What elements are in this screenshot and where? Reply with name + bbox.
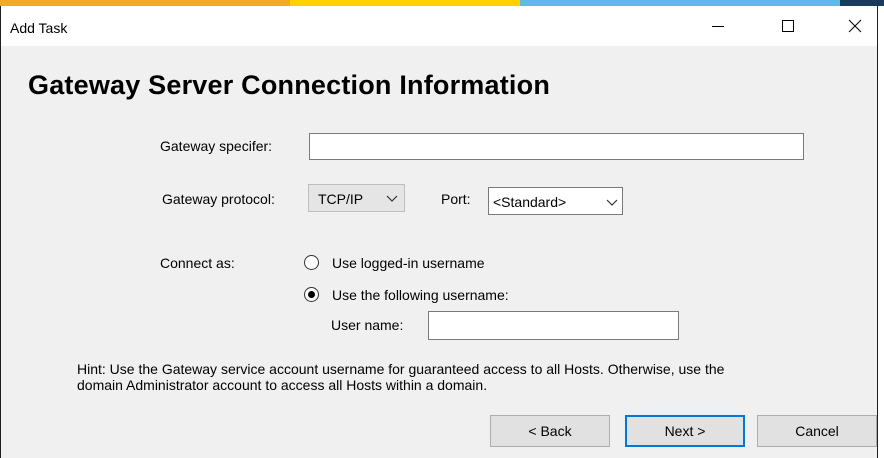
port-label: Port: [441, 191, 471, 207]
radio-following-username[interactable] [304, 287, 319, 302]
maximize-icon [782, 20, 794, 32]
radio-logged-in-label[interactable]: Use logged-in username [332, 255, 485, 271]
chevron-down-icon [606, 199, 618, 206]
gateway-specifier-label: Gateway specifer: [160, 138, 273, 154]
radio-selected-dot [308, 291, 315, 298]
minimize-icon [712, 26, 724, 27]
gateway-protocol-select[interactable]: TCP/IP [308, 184, 405, 212]
back-button[interactable]: < Back [490, 415, 610, 447]
gateway-protocol-value: TCP/IP [318, 191, 364, 207]
back-button-label: < Back [528, 423, 572, 439]
chevron-down-icon [386, 195, 398, 202]
gateway-protocol-label: Gateway protocol: [162, 191, 275, 207]
title-bar: Add Task [1, 6, 877, 46]
next-button[interactable]: Next > [625, 415, 745, 447]
gateway-specifier-input[interactable] [309, 133, 804, 160]
close-icon [848, 19, 862, 33]
port-select[interactable]: <Standard> [488, 187, 623, 215]
add-task-dialog: Add Task Gateway Server Connection Infor… [0, 6, 878, 458]
next-button-label: Next > [664, 423, 706, 439]
radio-logged-in-username[interactable] [304, 255, 319, 270]
hint-text-line-2: domain Administrator account to access a… [77, 377, 488, 393]
page-title: Gateway Server Connection Information [28, 70, 551, 100]
cancel-button-label: Cancel [795, 423, 839, 439]
close-button[interactable] [825, 6, 884, 46]
connect-as-label: Connect as: [160, 255, 235, 271]
username-input[interactable] [428, 311, 679, 340]
username-label: User name: [331, 317, 404, 333]
cancel-button[interactable]: Cancel [757, 415, 877, 447]
minimize-button[interactable] [688, 6, 748, 46]
port-value: <Standard> [493, 194, 567, 210]
radio-following-label[interactable]: Use the following username: [332, 287, 509, 303]
window-title: Add Task [10, 20, 68, 36]
hint-text-line-1: Hint: Use the Gateway service account us… [77, 361, 725, 377]
maximize-button[interactable] [758, 6, 818, 46]
